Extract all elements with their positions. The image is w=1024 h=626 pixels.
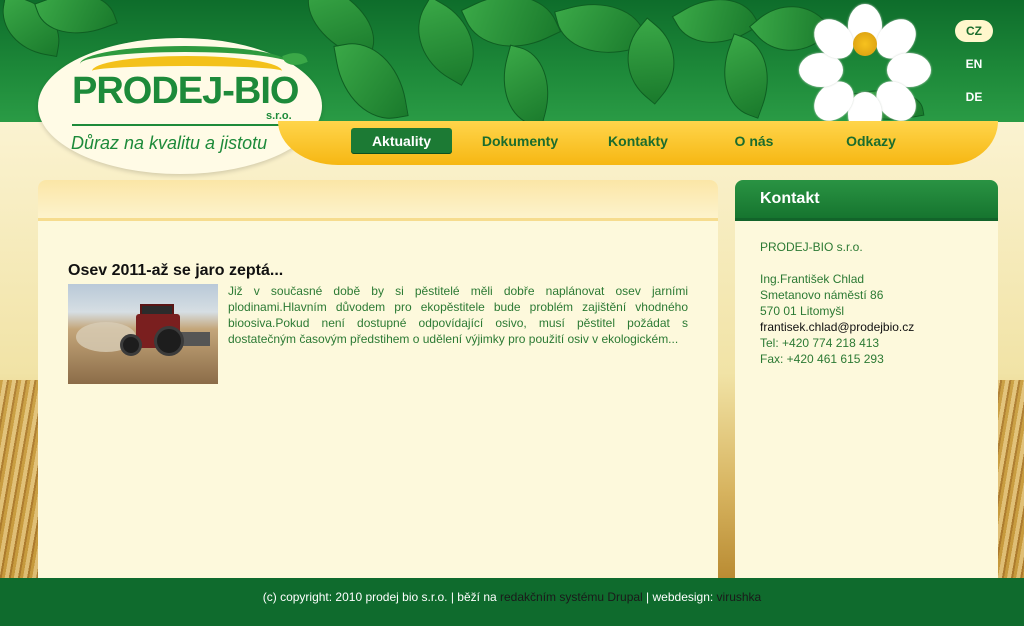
nav-dokumenty[interactable]: Dokumenty (470, 128, 570, 154)
article-teaser: Již v současné době by si pěstitelé měli… (228, 284, 688, 346)
nav-o-nas[interactable]: O nás (704, 128, 804, 154)
nav-kontakty[interactable]: Kontakty (588, 128, 688, 154)
logo-underline (72, 124, 294, 126)
footer-separator: | webdesign: (642, 590, 717, 604)
contact-city: 570 01 Litomyšl (760, 304, 845, 318)
wheat-decoration-left (0, 380, 40, 580)
contact-phone: Tel: +420 774 218 413 (760, 336, 880, 350)
contact-email-link[interactable]: frantisek.chlad@prodejbio.cz (760, 320, 914, 334)
article-title[interactable]: Osev 2011-až se jaro zeptá... (68, 262, 283, 280)
nav-aktuality[interactable]: Aktuality (351, 128, 452, 154)
contact-person: Ing.František Chlad (760, 272, 865, 286)
logo-title[interactable]: PRODEJ-BIO (72, 70, 299, 113)
footer-copyright: (c) copyright: 2010 prodej bio s.r.o. | … (262, 590, 500, 604)
daisy-flower-decoration (799, 0, 931, 136)
language-de[interactable]: DE (955, 86, 993, 108)
contact-street: Smetanovo náměstí 86 (760, 288, 884, 302)
contact-fax: Fax: +420 461 615 293 (760, 352, 884, 366)
footer-text: (c) copyright: 2010 prodej bio s.r.o. | … (0, 590, 1024, 604)
contact-company: PRODEJ-BIO s.r.o. (760, 240, 863, 254)
main-content-header (38, 180, 718, 221)
sidebar-title: Kontakt (760, 190, 820, 207)
article-tractor-image[interactable] (68, 284, 218, 384)
language-en[interactable]: EN (955, 53, 993, 75)
footer-drupal-link[interactable]: redakčním systému Drupal (500, 590, 643, 604)
nav-odkazy[interactable]: Odkazy (821, 128, 921, 154)
site-tagline: Důraz na kvalitu a jistotu (71, 133, 268, 153)
footer-webdesign-link[interactable]: virushka (717, 590, 762, 604)
language-cz[interactable]: CZ (955, 20, 993, 42)
